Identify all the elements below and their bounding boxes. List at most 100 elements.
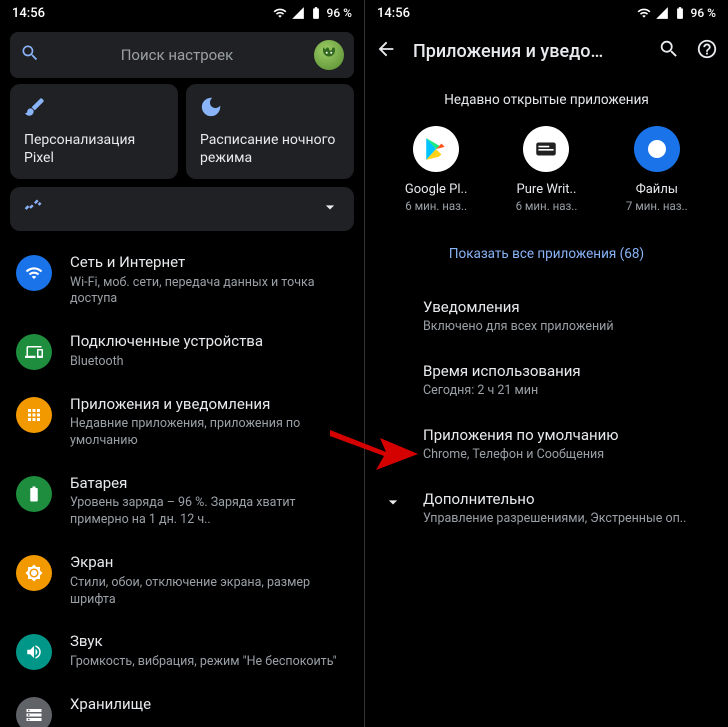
brush-icon (24, 96, 164, 122)
setting-text: Хранилище (70, 695, 348, 715)
pref-item[interactable]: Дополнительно Управление разрешениями, Эк… (365, 476, 728, 540)
chevron-down-icon (320, 197, 340, 221)
setting-title: Хранилище (70, 695, 348, 715)
account-avatar[interactable] (314, 40, 344, 70)
chevron-down-icon (383, 492, 403, 516)
battery-icon (16, 476, 52, 512)
quick-card-label: Персонализация Pixel (24, 132, 164, 167)
setting-title: Подключенные устройства (70, 332, 348, 352)
setting-subtitle: Громкость, вибрация, режим "Не беспокоит… (70, 654, 348, 671)
recent-app[interactable]: Google Pl.. 6 мин. наз.. (391, 126, 481, 213)
devices-icon (16, 334, 52, 370)
setting-text: Приложения и уведомленияНедавние приложе… (70, 395, 348, 450)
quick-cards-row: Персонализация Pixel Расписание ночного … (10, 84, 354, 179)
setting-subtitle: Wi-Fi, моб. сети, передача данных и точк… (70, 275, 348, 309)
app-bar: Приложения и уведо… (365, 26, 728, 76)
appbar-title: Приложения и уведо… (413, 41, 642, 62)
recent-apps-row: Google Pl.. 6 мин. наз.. Pure Writ.. 6 мин.… (365, 126, 728, 221)
wifi-icon (273, 6, 287, 20)
setting-text: Звук Громкость, вибрация, режим "Не беспо… (70, 632, 348, 670)
brightness-icon (16, 555, 52, 591)
setting-subtitle: Стили, обои, отключение экрана, размер ш… (70, 575, 348, 609)
setting-subtitle: Bluetooth (70, 354, 348, 371)
app-icon (634, 126, 680, 172)
setting-title: Экран (70, 553, 348, 573)
recent-apps-label: Недавно открытые приложения (365, 76, 728, 126)
pref-title: Приложения по умолчанию (423, 426, 710, 444)
signal-icon (655, 6, 669, 20)
satellite-icon (24, 197, 44, 221)
setting-item-apps[interactable]: Приложения и уведомленияНедавние приложе… (0, 383, 364, 462)
status-bar: 14:56 96 % (0, 0, 364, 26)
show-all-apps-button[interactable]: Показать все приложения (68) (365, 221, 728, 284)
help-button[interactable] (696, 38, 718, 64)
setting-text: БатареяУровень заряда – 96 %. Заряда хва… (70, 474, 348, 529)
search-placeholder: Поиск настроек (50, 46, 304, 64)
app-time: 6 мин. наз.. (516, 199, 578, 213)
app-time: 7 мин. наз.. (626, 199, 688, 213)
setting-item-storage[interactable]: Хранилище (0, 683, 364, 727)
recent-app[interactable]: Pure Writ.. 6 мин. наз.. (501, 126, 591, 213)
setting-item-sound[interactable]: Звук Громкость, вибрация, режим "Не беспо… (0, 620, 364, 682)
status-time: 14:56 (12, 6, 273, 21)
pref-item[interactable]: Время использования Сегодня: 2 ч 21 мин (365, 348, 728, 412)
status-icons: 96 % (637, 6, 716, 20)
status-bar: 14:56 96 % (365, 0, 728, 26)
pref-subtitle: Сегодня: 2 ч 21 мин (423, 383, 710, 398)
pref-item[interactable]: Приложения по умолчанию Chrome, Телефон и… (365, 412, 728, 476)
settings-list[interactable]: Сеть и ИнтернетWi-Fi, моб. сети, передач… (0, 241, 364, 727)
pref-subtitle: Включено для всех приложений (423, 319, 710, 334)
setting-item-battery[interactable]: БатареяУровень заряда – 96 %. Заряда хва… (0, 462, 364, 541)
pref-title: Дополнительно (423, 490, 710, 508)
recent-app[interactable]: Файлы 7 мин. наз.. (612, 126, 702, 213)
setting-title: Звук (70, 632, 348, 652)
setting-title: Батарея (70, 474, 348, 494)
setting-text: ЭкранСтили, обои, отключение экрана, раз… (70, 553, 348, 608)
battery-percent: 96 % (691, 6, 716, 20)
battery-icon (309, 6, 323, 20)
setting-title: Приложения и уведомления (70, 395, 348, 415)
pref-title: Уведомления (423, 298, 710, 316)
storage-icon (16, 697, 52, 727)
wifi-icon (637, 6, 651, 20)
setting-text: Сеть и ИнтернетWi-Fi, моб. сети, передач… (70, 253, 348, 308)
apps-icon (16, 397, 52, 433)
setting-subtitle: Недавние приложения, приложения по умолч… (70, 416, 348, 450)
app-time: 6 мин. наз.. (405, 199, 467, 213)
setting-title: Сеть и Интернет (70, 253, 348, 273)
app-name: Google Pl.. (405, 182, 467, 197)
pref-subtitle: Управление разрешениями, Экстренные оп.. (423, 511, 710, 526)
app-name: Pure Writ.. (517, 182, 577, 197)
wifi-icon (16, 255, 52, 291)
setting-item-devices[interactable]: Подключенные устройства Bluetooth (0, 320, 364, 382)
app-icon (413, 126, 459, 172)
pref-item[interactable]: Уведомления Включено для всех приложений (365, 284, 728, 348)
setting-item-wifi[interactable]: Сеть и ИнтернетWi-Fi, моб. сети, передач… (0, 241, 364, 320)
quick-card-night-schedule[interactable]: Расписание ночного режима (186, 84, 354, 179)
search-button[interactable] (658, 38, 680, 64)
status-icons: 96 % (273, 6, 352, 20)
apps-notifications-screen: 14:56 96 % Приложения и уведо… Недавно о… (364, 0, 728, 727)
battery-percent: 96 % (327, 6, 352, 20)
moon-icon (200, 96, 340, 122)
search-icon (20, 43, 40, 67)
search-bar[interactable]: Поиск настроек (10, 32, 354, 78)
battery-icon (673, 6, 687, 20)
sound-icon (16, 634, 52, 670)
quick-card-personalization[interactable]: Персонализация Pixel (10, 84, 178, 179)
app-name: Файлы (636, 182, 678, 197)
back-button[interactable] (375, 38, 397, 64)
quick-card-label: Расписание ночного режима (200, 132, 340, 167)
signal-icon (291, 6, 305, 20)
app-icon (523, 126, 569, 172)
settings-main-screen: 14:56 96 % Поиск настроек Персона (0, 0, 364, 727)
suggestions-collapse-bar[interactable] (10, 187, 354, 231)
pref-subtitle: Chrome, Телефон и Сообщения (423, 447, 710, 462)
setting-text: Подключенные устройства Bluetooth (70, 332, 348, 370)
setting-subtitle: Уровень заряда – 96 %. Заряда хватит при… (70, 495, 348, 529)
preferences-list: Уведомления Включено для всех приложений В… (365, 284, 728, 540)
status-time: 14:56 (377, 6, 637, 21)
setting-item-brightness[interactable]: ЭкранСтили, обои, отключение экрана, раз… (0, 541, 364, 620)
show-all-apps-label: Показать все приложения (68) (449, 246, 644, 262)
pref-title: Время использования (423, 362, 710, 380)
